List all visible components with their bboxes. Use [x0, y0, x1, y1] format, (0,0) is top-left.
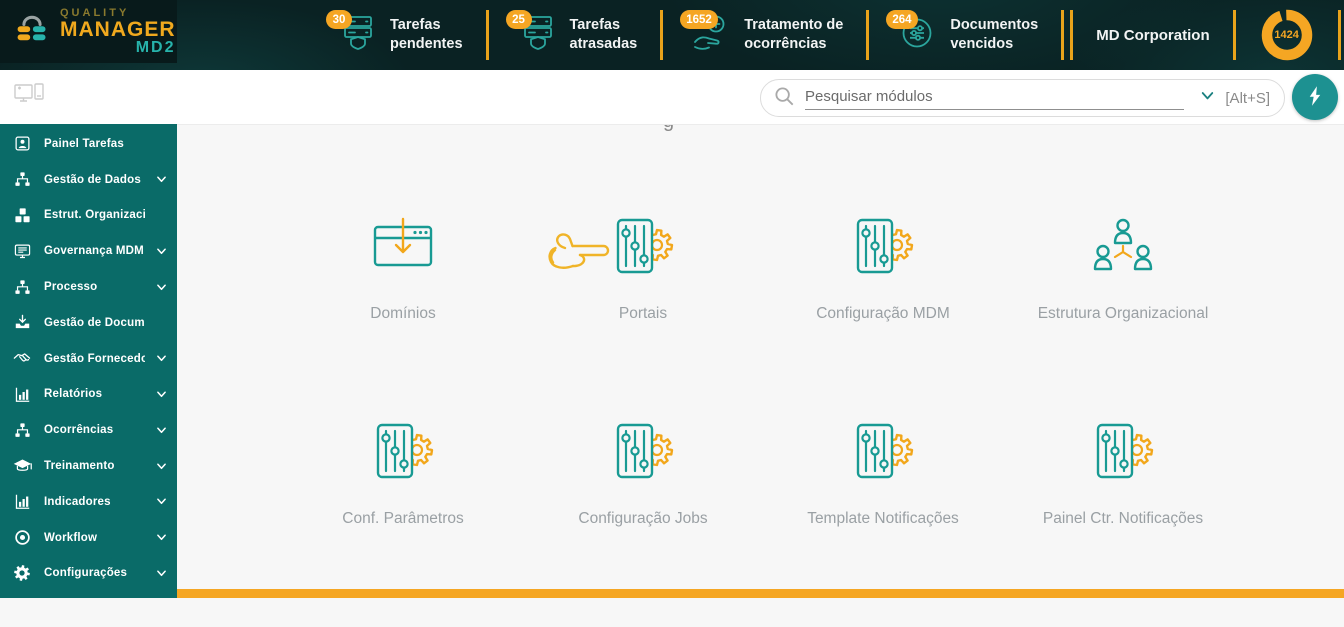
chevron-down-icon [156, 497, 167, 506]
tree-icon [11, 171, 33, 188]
search-icon [773, 85, 795, 112]
sidebar-item-gest-o-de-documentos[interactable]: Gestão de Documentos [0, 305, 177, 341]
header-divider [1338, 10, 1341, 60]
sidebar-nav: Painel Tarefas Gestão de Dados Estrut. O… [0, 124, 177, 598]
sidebar-item-governan-a-mdm[interactable]: Governança MDM [0, 233, 177, 269]
logo-quality: QUALITY [60, 8, 176, 19]
bar-chart-icon [11, 386, 33, 403]
chevron-down-icon [156, 426, 167, 435]
sidebar-item-gest-o-fornecedores[interactable]: Gestão Fornecedores [0, 341, 177, 377]
sidebar-item-workflow[interactable]: Workflow [0, 520, 177, 556]
main-content: g Domínios Portais Configuração MDM Estr… [177, 125, 1344, 598]
chevron-down-icon[interactable] [1200, 89, 1215, 107]
stat-label: Documentosvencidos [950, 16, 1038, 54]
screen-lines-icon [11, 243, 33, 260]
logo-text: QUALITY MANAGER MD2 [60, 8, 176, 56]
logo-manager: MANAGER [60, 19, 176, 40]
tree-icon [11, 279, 33, 296]
sliders-gear-icon [611, 422, 675, 484]
person-badge-icon [11, 135, 33, 152]
gear-icon [11, 564, 33, 582]
lightning-bolt-icon [1306, 85, 1324, 110]
company-name[interactable]: MD Corporation [1096, 27, 1209, 44]
sliders-gear-icon [1091, 422, 1155, 484]
logo-md2: MD2 [60, 40, 176, 56]
sidebar-item-relat-rios[interactable]: Relatórios [0, 377, 177, 413]
sidebar-item-indicadores[interactable]: Indicadores [0, 484, 177, 520]
sidebar-item-estrut-organizacional[interactable]: Estrut. Organizacional [0, 198, 177, 234]
header-stat[interactable]: 25 Tarefasatrasadas [512, 11, 638, 59]
header-stat[interactable]: 30 Tarefaspendentes [332, 11, 463, 59]
gauge-value: 1424 [1259, 7, 1315, 63]
header-divider [1061, 10, 1064, 60]
app-logo[interactable]: QUALITY MANAGER MD2 [0, 0, 177, 63]
chevron-down-icon [156, 533, 167, 542]
sidebar-item-gest-o-de-dados[interactable]: Gestão de Dados [0, 162, 177, 198]
chevron-down-icon [156, 569, 167, 578]
stat-visual: 25 [512, 11, 558, 59]
chevron-down-icon [156, 175, 167, 184]
header-divider [486, 10, 489, 60]
sliders-gear-icon [371, 422, 435, 484]
people-tree-icon [1090, 217, 1156, 279]
header-divider [1233, 10, 1236, 60]
stat-count-badge: 30 [326, 10, 352, 29]
devices-icon[interactable] [14, 82, 44, 113]
sliders-gear-icon [611, 217, 675, 279]
header-divider [1070, 10, 1073, 60]
stat-label: Tratamento deocorrências [744, 16, 843, 54]
sidebar-item-treinamento[interactable]: Treinamento [0, 448, 177, 484]
sliders-gear-icon [851, 422, 915, 484]
app-header: QUALITY MANAGER MD2 30 Tarefaspendentes … [0, 0, 1344, 70]
module-search: [Alt+S] [760, 79, 1285, 117]
search-shortcut-hint: [Alt+S] [1225, 90, 1270, 107]
quick-actions-button[interactable] [1292, 74, 1338, 120]
search-input[interactable] [805, 86, 1184, 110]
chevron-down-icon [156, 247, 167, 256]
stat-count-badge: 1652 [680, 10, 718, 29]
tree-icon [11, 422, 33, 439]
sidebar-item-painel-tarefas[interactable]: Painel Tarefas [0, 126, 177, 162]
bullseye-icon [11, 529, 33, 546]
graduation-cap-icon [11, 458, 33, 474]
sidebar-item-ocorr-ncias[interactable]: Ocorrências [0, 412, 177, 448]
browser-download-icon [370, 217, 436, 279]
chevron-down-icon [156, 462, 167, 471]
handshake-icon [11, 350, 33, 367]
module-tile-portais[interactable]: Portais [523, 217, 763, 422]
stat-label: Tarefasatrasadas [570, 16, 638, 54]
module-tile-dom-nios[interactable]: Domínios [283, 217, 523, 422]
stat-visual: 30 [332, 11, 378, 59]
module-tile-configura-o-mdm[interactable]: Configuração MDM [763, 217, 1003, 422]
download-tray-icon [11, 314, 33, 331]
chevron-down-icon [156, 354, 167, 363]
cubes-icon [11, 207, 33, 224]
stat-count-badge: 25 [506, 10, 532, 29]
bar-chart-icon [11, 493, 33, 510]
stat-label: Tarefaspendentes [390, 16, 463, 54]
gauge-indicator[interactable]: 1424 [1259, 7, 1315, 63]
header-stat[interactable]: 1652 Tratamento deocorrências [686, 11, 843, 59]
header-stat[interactable]: 264 Documentosvencidos [892, 11, 1038, 59]
chevron-down-icon [156, 390, 167, 399]
sliders-gear-icon [851, 217, 915, 279]
sidebar-item-configura-es[interactable]: Configurações [0, 556, 177, 592]
logo-layers-icon [12, 11, 52, 52]
toolbar: [Alt+S] [0, 70, 1344, 125]
module-tile-estrutura-organizacional[interactable]: Estrutura Organizacional [1003, 217, 1243, 422]
bottom-accent-bar [177, 589, 1344, 598]
chevron-down-icon [156, 283, 167, 292]
stat-visual: 1652 [686, 11, 732, 59]
header-divider [660, 10, 663, 60]
modules-grid: Domínios Portais Configuração MDM Estrut… [283, 125, 1243, 627]
stat-visual: 264 [892, 11, 938, 59]
sidebar-item-processo[interactable]: Processo [0, 269, 177, 305]
stat-count-badge: 264 [886, 10, 917, 29]
header-divider [866, 10, 869, 60]
